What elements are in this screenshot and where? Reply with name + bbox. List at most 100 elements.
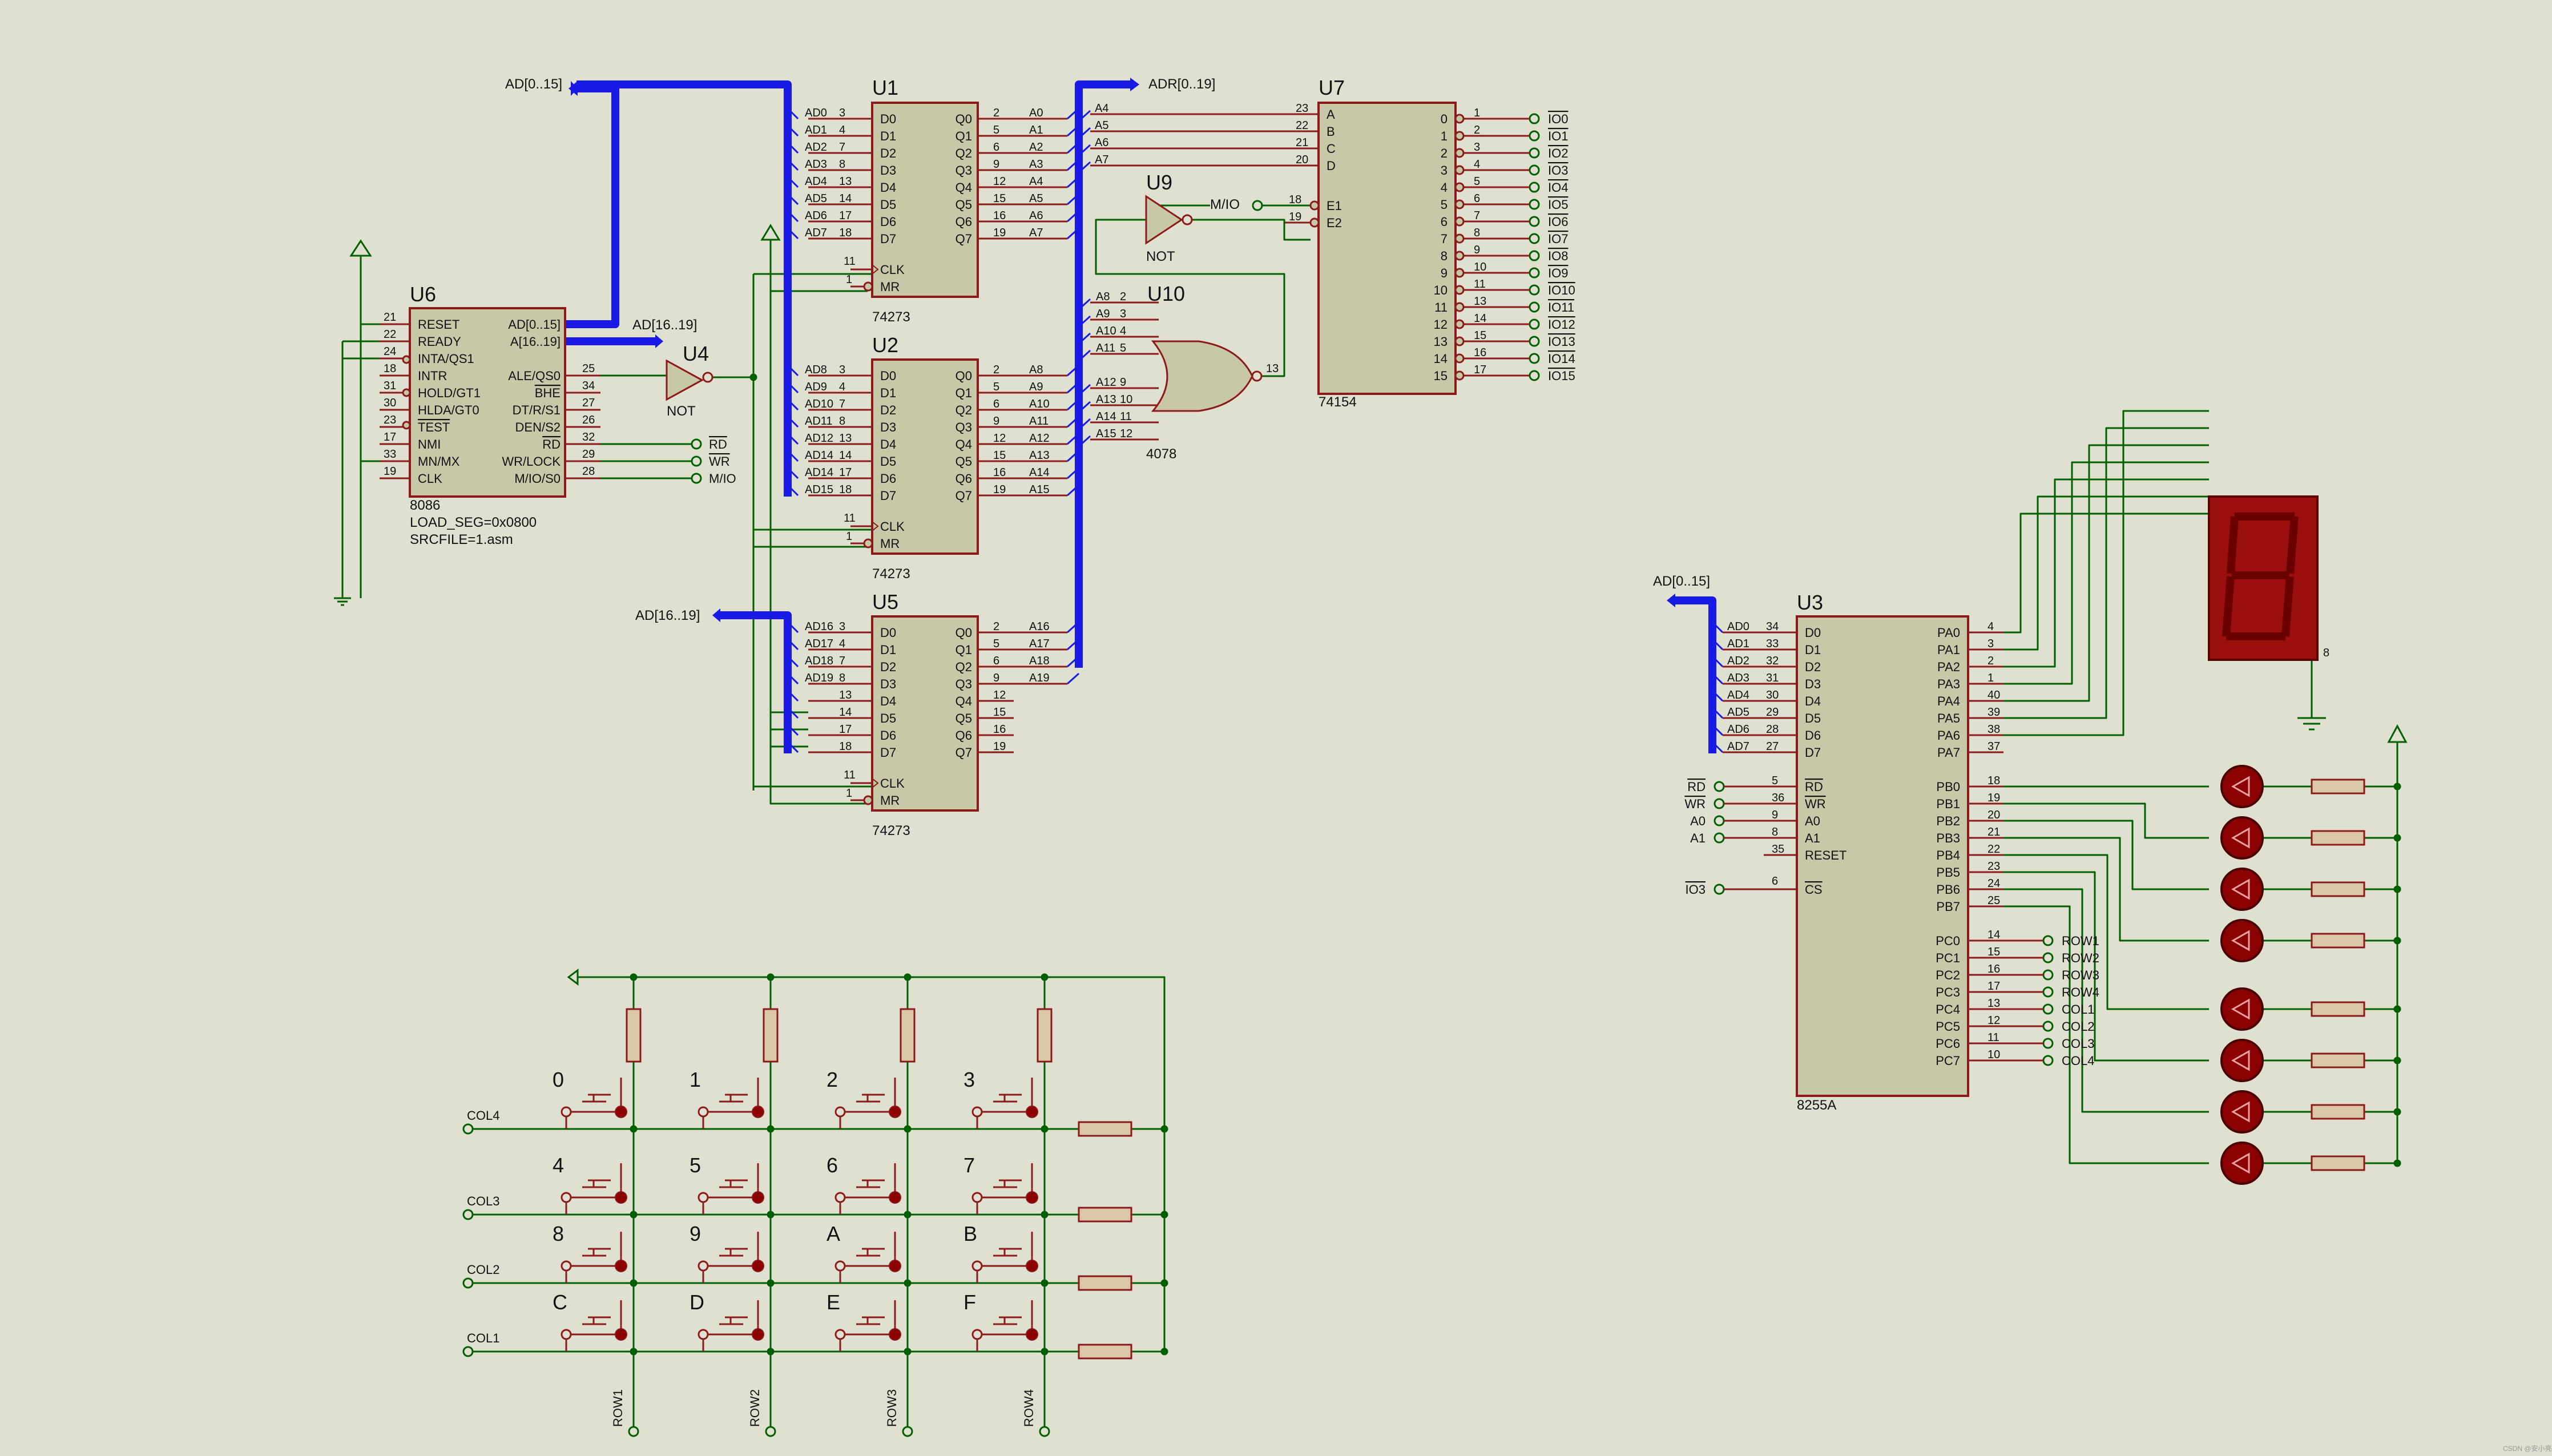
resistor-icon: [2311, 881, 2365, 897]
u3-pin-name: CS: [1805, 882, 1823, 897]
junction-dot: [904, 1125, 912, 1133]
u3-pin-name: A1: [1805, 831, 1820, 845]
u7-pin-number: 22: [1296, 119, 1308, 132]
u2-d-net: AD8: [805, 364, 827, 376]
u5-pin-name: Q5: [956, 711, 972, 725]
key-contact-pressed: [1026, 1328, 1038, 1341]
u6-pin-name: CLK: [418, 471, 442, 486]
u3-ctrl-terminal: [1714, 781, 1725, 792]
u3-pin-number: 40: [1987, 689, 2000, 701]
keypad-key-label: 6: [827, 1153, 838, 1177]
u5-pin-number: 1: [846, 787, 852, 800]
u7-inversion-bubble: [1454, 251, 1465, 261]
u5-pin-name: Q7: [956, 745, 972, 760]
u3-pin-number: 2: [1987, 655, 1994, 667]
u10-pin-number: 10: [1120, 393, 1132, 406]
led-icon: [2220, 919, 2264, 962]
u3-pin-number: 9: [1772, 809, 1778, 821]
u2-d-net: AD12: [805, 432, 833, 445]
u7-pin-number: 10: [1474, 261, 1486, 273]
u7-io-label: IO1: [1548, 129, 1568, 143]
u7-pin-number: 16: [1474, 346, 1486, 359]
u5-pin-number: 17: [839, 723, 852, 736]
u5-pin-number: 15: [993, 706, 1006, 719]
keypad-key-label: 0: [553, 1068, 564, 1091]
u3-d-net: AD3: [1727, 672, 1749, 684]
u3-pin-name: PC3: [1936, 985, 1960, 999]
u2-d-net: AD9: [805, 381, 827, 393]
u5-pin-name: Q4: [956, 694, 972, 708]
key-contact: [834, 1106, 846, 1118]
u4-inversion-bubble: [702, 372, 713, 383]
u3-pin-number: 18: [1987, 775, 2000, 787]
u3-pin-name: PB1: [1936, 797, 1960, 811]
u1-d-net: AD3: [805, 158, 827, 171]
u6-srcfile: SRCFILE=1.asm: [410, 532, 513, 547]
u3-pin-name: PC4: [1936, 1002, 1960, 1017]
u3-part: 8255A: [1797, 1098, 1836, 1113]
u6-pin-number: 28: [582, 465, 595, 478]
u6-pin-name: READY: [418, 334, 461, 349]
u3-pc-label: ROW1: [2062, 934, 2099, 948]
u7-io-terminal: [1529, 164, 1540, 176]
u1-pin-number: 1: [846, 273, 852, 286]
u5-inversion-bubble: [863, 795, 873, 805]
keypad-col-terminal: [462, 1209, 474, 1220]
adr-bus-entry: [1066, 672, 1080, 685]
vcc-arrow-icon: [2387, 724, 2408, 743]
key-contact: [698, 1106, 709, 1118]
u1-pin-name: CLK: [880, 263, 905, 277]
u2-pin-number: 19: [993, 483, 1006, 496]
u2-pin-number: 15: [993, 449, 1006, 462]
u5-d-net: AD19: [805, 672, 833, 684]
u10-in-net: A9: [1096, 308, 1110, 320]
u6-pin-name: DEN/S2: [515, 420, 561, 434]
u3-pc-label: COL2: [2062, 1019, 2094, 1034]
u5-part: 74273: [872, 823, 910, 838]
u3-pin-name: PA6: [1937, 728, 1960, 743]
u3-pin-number: 23: [1987, 860, 2000, 873]
u7-io-label: IO2: [1548, 146, 1568, 160]
u6-pin-number: 30: [384, 397, 396, 409]
u2-pin-number: 14: [839, 449, 852, 462]
u2-pin-name: CLK: [880, 519, 905, 534]
u6-pin-number: 21: [384, 311, 396, 324]
u7-pin-index: 13: [1434, 334, 1448, 349]
u3-pin-name: D0: [1805, 626, 1821, 640]
u7-pin-name: E2: [1327, 216, 1342, 230]
u7-inversion-bubble: [1454, 353, 1465, 364]
u5-d-net: AD16: [805, 620, 833, 633]
u1-pin-number: 2: [993, 107, 999, 119]
keypad-key-label: 3: [963, 1068, 975, 1091]
u9-not-gate: [1145, 195, 1183, 245]
u1-pin-number: 12: [993, 175, 1006, 188]
u1-d-net: AD2: [805, 141, 827, 154]
keypad-key-label: 2: [827, 1068, 838, 1091]
u2-pin-name: D7: [880, 489, 896, 503]
junction-dot: [630, 1348, 638, 1356]
u6-pin-number: 18: [384, 362, 396, 375]
u3-pin-number: 28: [1766, 723, 1779, 736]
schematic-canvas: 21 RESET22 READY24 INTA/QS118 INTR31 HOLD/GT1…: [334, 76, 2552, 1453]
u3-pin-name: D1: [1805, 643, 1821, 657]
keypad-key-label: 9: [690, 1222, 701, 1245]
u7-inversion-bubble: [1454, 165, 1465, 175]
u3-ctrl-label: A1: [1690, 831, 1706, 845]
key-contact: [834, 1260, 846, 1272]
u6-pin-name: DT/R/S1: [513, 403, 561, 417]
u3-pin-number: 17: [1987, 980, 2000, 993]
seg-wire: [2071, 461, 2209, 684]
key-contact-pressed: [752, 1328, 764, 1341]
u3-pin-number: 3: [1987, 638, 1994, 650]
resistor-icon: [2311, 1052, 2365, 1068]
u6-pin-name: RESET: [418, 317, 459, 332]
u5-pin-number: 14: [839, 706, 852, 719]
u2-pin-name: D1: [880, 386, 896, 400]
resistor-icon: [2311, 779, 2365, 794]
u7-io-terminal: [1529, 130, 1540, 142]
led-wire: [2003, 871, 2209, 1062]
u6-ref: U6: [410, 283, 436, 306]
u3-pin-name: RD: [1805, 780, 1823, 794]
u5-pin-name: Q3: [956, 677, 972, 691]
u3-pin-name: PA7: [1937, 745, 1960, 760]
